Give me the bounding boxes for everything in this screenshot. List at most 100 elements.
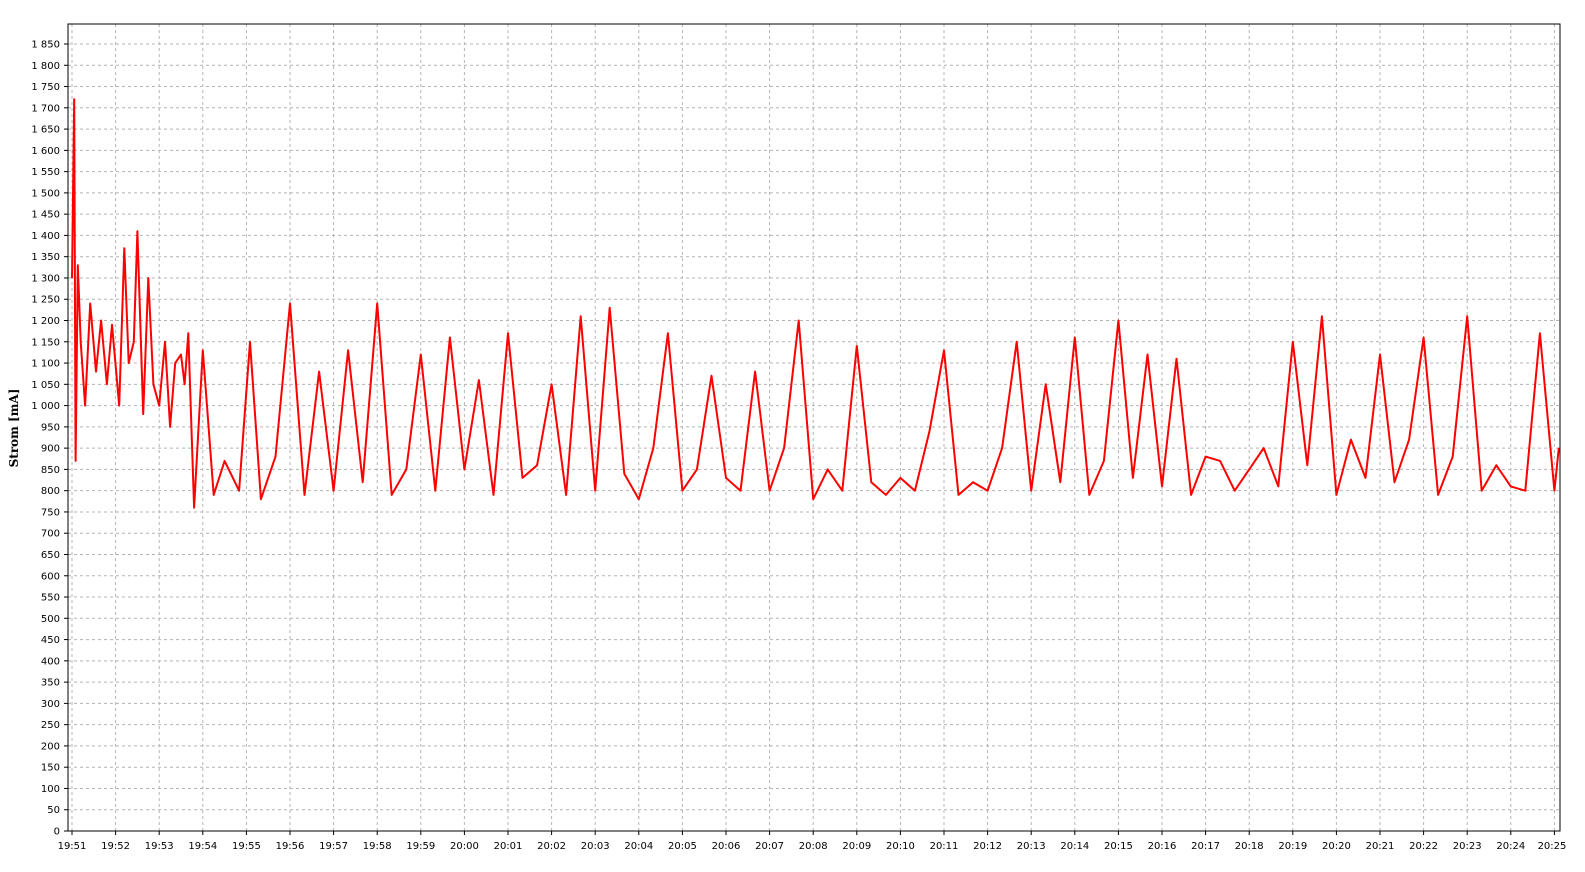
data-point	[260, 498, 262, 500]
data-point	[77, 264, 79, 266]
data-point	[885, 494, 887, 496]
y-tick-label: 100	[41, 784, 60, 795]
y-tick-label: 1 500	[31, 188, 60, 199]
y-tick-label: 1 450	[31, 210, 60, 221]
data-point	[1001, 447, 1003, 449]
data-point	[80, 341, 82, 343]
x-tick-label: 20:25	[1538, 841, 1567, 852]
x-tick-label: 20:07	[755, 841, 784, 852]
y-tick-label: 400	[41, 656, 60, 667]
y-tick-label: 1 850	[31, 40, 60, 51]
data-point	[1510, 485, 1512, 487]
data-point	[1263, 447, 1265, 449]
y-tick-label: 1 250	[31, 295, 60, 306]
x-tick-label: 20:10	[886, 841, 915, 852]
data-point	[521, 477, 524, 479]
data-point	[623, 473, 625, 475]
data-point	[710, 375, 713, 377]
data-point	[1146, 353, 1149, 356]
y-tick-label: 1 800	[31, 61, 60, 72]
x-tick-label: 20:06	[712, 841, 741, 852]
data-point	[1016, 341, 1018, 343]
data-point	[812, 498, 814, 500]
x-tick-label: 19:51	[58, 841, 87, 852]
data-point	[1466, 315, 1468, 317]
x-tick-label: 19:53	[145, 841, 174, 852]
data-point	[681, 490, 684, 492]
x-tick-label: 20:03	[581, 841, 610, 852]
data-point	[1045, 383, 1047, 385]
data-point	[318, 371, 320, 373]
x-tick-label: 20:01	[494, 841, 523, 852]
data-point	[238, 490, 240, 492]
data-point	[914, 490, 916, 492]
y-tick-label: 850	[41, 465, 60, 476]
data-point	[1117, 319, 1119, 322]
y-tick-label: 800	[41, 486, 60, 497]
data-point	[1335, 494, 1337, 496]
data-point	[376, 302, 378, 305]
data-point	[136, 230, 138, 232]
y-tick-label: 1 000	[31, 401, 60, 412]
y-tick-label: 450	[41, 635, 60, 646]
y-tick-label: 0	[54, 827, 60, 838]
data-point	[123, 247, 125, 249]
data-point	[1205, 456, 1207, 458]
data-point	[841, 490, 843, 492]
data-point	[725, 477, 727, 479]
data-point	[507, 332, 509, 334]
data-point	[1103, 460, 1105, 462]
data-point	[769, 490, 771, 492]
data-point	[1437, 494, 1439, 496]
data-point	[362, 481, 364, 483]
x-tick-label: 20:14	[1060, 841, 1089, 852]
data-point	[333, 490, 335, 492]
data-point	[1277, 485, 1279, 487]
data-point	[987, 490, 989, 492]
data-point	[133, 341, 135, 343]
data-point	[1175, 358, 1178, 360]
data-point	[1423, 336, 1425, 339]
x-tick-label: 19:54	[188, 841, 217, 852]
data-point	[957, 494, 960, 496]
x-tick-label: 20:16	[1148, 841, 1177, 852]
data-point	[1408, 439, 1410, 441]
data-point	[1452, 456, 1454, 458]
data-point	[128, 362, 130, 364]
y-tick-label: 1 400	[31, 231, 60, 242]
x-tick-label: 20:24	[1496, 841, 1525, 852]
data-point	[1030, 490, 1032, 492]
y-tick-label: 50	[47, 805, 60, 816]
data-point	[1292, 341, 1294, 343]
data-point	[89, 302, 91, 305]
y-tick-label: 1 550	[31, 167, 60, 178]
x-tick-label: 19:52	[101, 841, 130, 852]
x-tick-label: 20:08	[799, 841, 828, 852]
x-tick-label: 20:22	[1409, 841, 1438, 852]
data-point	[73, 98, 75, 100]
x-tick-label: 20:02	[537, 841, 566, 852]
x-tick-label: 20:05	[668, 841, 697, 852]
data-point	[289, 302, 291, 305]
data-point	[870, 481, 872, 483]
data-point	[71, 277, 73, 279]
data-point	[184, 383, 186, 385]
data-point	[1495, 464, 1497, 466]
data-point	[152, 383, 154, 385]
data-point	[449, 336, 451, 339]
y-axis-title: Strom [mA]	[7, 389, 21, 468]
y-tick-label: 650	[41, 550, 60, 561]
x-tick-label: 20:12	[973, 841, 1002, 852]
x-tick-label: 20:23	[1453, 841, 1482, 852]
data-point	[434, 490, 436, 492]
line-chart: 0 50 100 150 200 250 300 350 400 450 500 550 600 650 7…	[7, 23, 1567, 852]
data-point	[187, 332, 189, 334]
y-tick-label: 1 200	[31, 316, 60, 327]
data-point	[783, 447, 785, 449]
data-point	[478, 379, 480, 381]
data-point	[1524, 490, 1526, 492]
data-point	[202, 349, 204, 351]
data-point	[142, 413, 144, 415]
data-point	[696, 468, 698, 470]
chart-container: 0 50 100 150 200 250 300 350 400 450 500 550 600 650 7…	[0, 0, 1585, 868]
